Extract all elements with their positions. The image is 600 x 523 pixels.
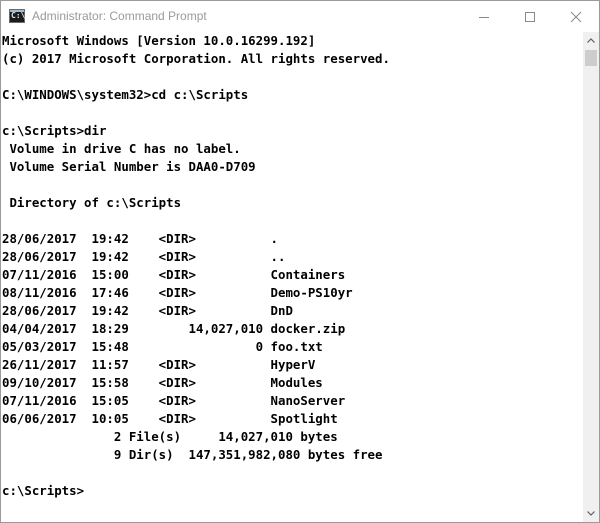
- console-line: Volume Serial Number is DAA0-D709: [2, 159, 256, 174]
- console-line: 26/11/2017 11:57 <DIR> HyperV: [2, 357, 316, 372]
- scroll-down-button[interactable]: [583, 505, 599, 522]
- console-line: (c) 2017 Microsoft Corporation. All righ…: [2, 51, 390, 66]
- minimize-button[interactable]: [461, 1, 507, 32]
- console-line: 07/11/2016 15:00 <DIR> Containers: [2, 267, 346, 282]
- console-line: 06/06/2017 10:05 <DIR> Spotlight: [2, 411, 338, 426]
- scroll-up-button[interactable]: [583, 32, 599, 49]
- minimize-icon: [479, 17, 489, 18]
- console-line: C:\WINDOWS\system32>cd c:\Scripts: [2, 87, 249, 102]
- console-line: 28/06/2017 19:42 <DIR> DnD: [2, 303, 293, 318]
- console-line: c:\Scripts>dir: [2, 123, 107, 138]
- chevron-up-icon: [587, 38, 595, 43]
- maximize-icon: [525, 12, 535, 22]
- console-line: Volume in drive C has no label.: [2, 141, 241, 156]
- close-icon: [570, 11, 582, 23]
- console-line: 28/06/2017 19:42 <DIR> .: [2, 231, 279, 246]
- command-prompt-line[interactable]: c:\Scripts>: [2, 482, 583, 500]
- console-line: 08/11/2016 17:46 <DIR> Demo-PS10yr: [2, 285, 353, 300]
- console-line: Microsoft Windows [Version 10.0.16299.19…: [2, 33, 316, 48]
- console-line: 9 Dir(s) 147,351,982,080 bytes free: [2, 447, 383, 462]
- command-prompt-window: C:\ Administrator: Command Prompt Micros…: [0, 0, 600, 523]
- console-line: Directory of c:\Scripts: [2, 195, 182, 210]
- window-title: Administrator: Command Prompt: [32, 9, 207, 23]
- cmd-icon-glyph: C:\: [11, 11, 26, 20]
- chevron-down-icon: [587, 511, 595, 516]
- close-button[interactable]: [553, 1, 599, 32]
- console-line: 04/04/2017 18:29 14,027,010 docker.zip: [2, 321, 346, 336]
- console-line: 2 File(s) 14,027,010 bytes: [2, 429, 338, 444]
- title-bar[interactable]: C:\ Administrator: Command Prompt: [1, 1, 599, 32]
- console-line: 28/06/2017 19:42 <DIR> ..: [2, 249, 286, 264]
- vertical-scrollbar[interactable]: [583, 32, 599, 522]
- console-output[interactable]: Microsoft Windows [Version 10.0.16299.19…: [1, 32, 583, 522]
- cmd-icon[interactable]: C:\: [9, 9, 25, 23]
- maximize-button[interactable]: [507, 1, 553, 32]
- console-text: Microsoft Windows [Version 10.0.16299.19…: [1, 32, 583, 500]
- scrollbar-thumb[interactable]: [585, 50, 597, 66]
- console-line: 05/03/2017 15:48 0 foo.txt: [2, 339, 323, 354]
- console-line: 07/11/2016 15:05 <DIR> NanoServer: [2, 393, 346, 408]
- console-line: 09/10/2017 15:58 <DIR> Modules: [2, 375, 323, 390]
